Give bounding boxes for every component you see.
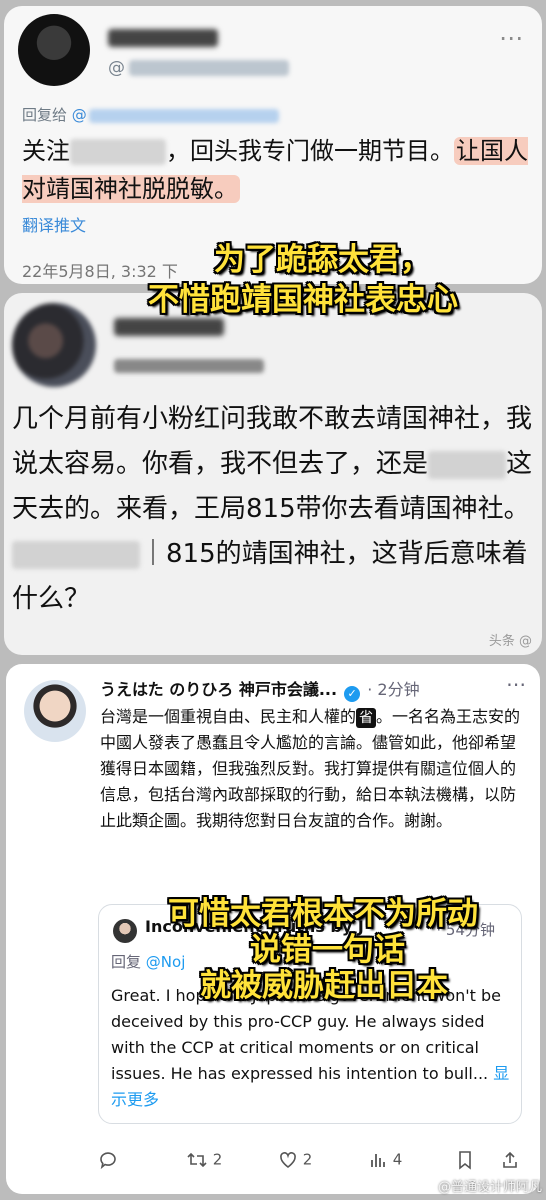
timestamp[interactable]: · 2分钟 xyxy=(367,680,419,699)
comment-icon xyxy=(100,1152,116,1170)
retweet-button[interactable]: 2 xyxy=(186,1150,222,1170)
caption-line: 为了跪舔太君， xyxy=(214,242,431,278)
heart-icon xyxy=(280,1152,296,1168)
translate-link[interactable]: 翻译推文 xyxy=(22,212,86,236)
verified-badge-icon: ✓ xyxy=(344,686,361,702)
avatar[interactable] xyxy=(18,14,90,86)
post-text: 几个月前有小粉红问我敢不敢去靖国神社，我说太容易。你看，我不但去了，还是 这天去的… xyxy=(12,404,533,614)
share-icon xyxy=(503,1151,517,1168)
like-button[interactable]: 2 xyxy=(278,1150,312,1170)
tweet-header: うえはた のりひろ 神戸市会議... ✓ · 2分钟 xyxy=(100,676,420,702)
author-handle: @ xyxy=(108,58,289,78)
tweet-text: 台灣是一個重視自由、民主和人權的省。一名名為王志安的中國人發表了愚蠢且令人尷尬的… xyxy=(100,707,521,830)
views-button[interactable]: 4 xyxy=(368,1150,402,1170)
action-bar: 2 2 4 xyxy=(6,1150,540,1178)
avatar[interactable] xyxy=(24,680,86,742)
tweet-text: 关注 ，回头我专门做一期节目。让国人对靖国神社脱脱敏。 xyxy=(22,137,528,203)
author-name[interactable]: うえはた のりひろ 神戸市会議... xyxy=(100,680,337,699)
caption-line: 就被威胁赶出日本 xyxy=(200,968,448,1004)
analytics-icon xyxy=(371,1154,385,1167)
watermark: @普通设计师阿凡 xyxy=(437,1180,542,1195)
watermark: 头条 @ xyxy=(488,634,532,649)
reply-button[interactable] xyxy=(98,1150,118,1170)
more-icon[interactable]: ⋯ xyxy=(506,672,526,696)
tweet-panel-2: 几个月前有小粉红问我敢不敢去靖国神社，我说太容易。你看，我不但去了，还是 这天去的… xyxy=(4,293,542,655)
retweet-icon xyxy=(187,1152,207,1168)
bookmark-icon xyxy=(459,1151,471,1170)
more-icon[interactable]: ⋯ xyxy=(499,24,524,52)
reply-to: 回复 @Noj xyxy=(111,953,186,971)
avatar[interactable] xyxy=(12,303,96,387)
sticker: 省 xyxy=(356,708,377,728)
reply-to: 回复给 @ xyxy=(22,104,279,125)
bookmark-button[interactable] xyxy=(456,1150,474,1170)
avatar xyxy=(113,919,137,943)
author-handle xyxy=(114,353,264,378)
share-button[interactable] xyxy=(500,1150,520,1170)
caption-line: 不惜跑靖国神社表忠心 xyxy=(148,282,458,318)
author-name[interactable] xyxy=(108,24,218,48)
